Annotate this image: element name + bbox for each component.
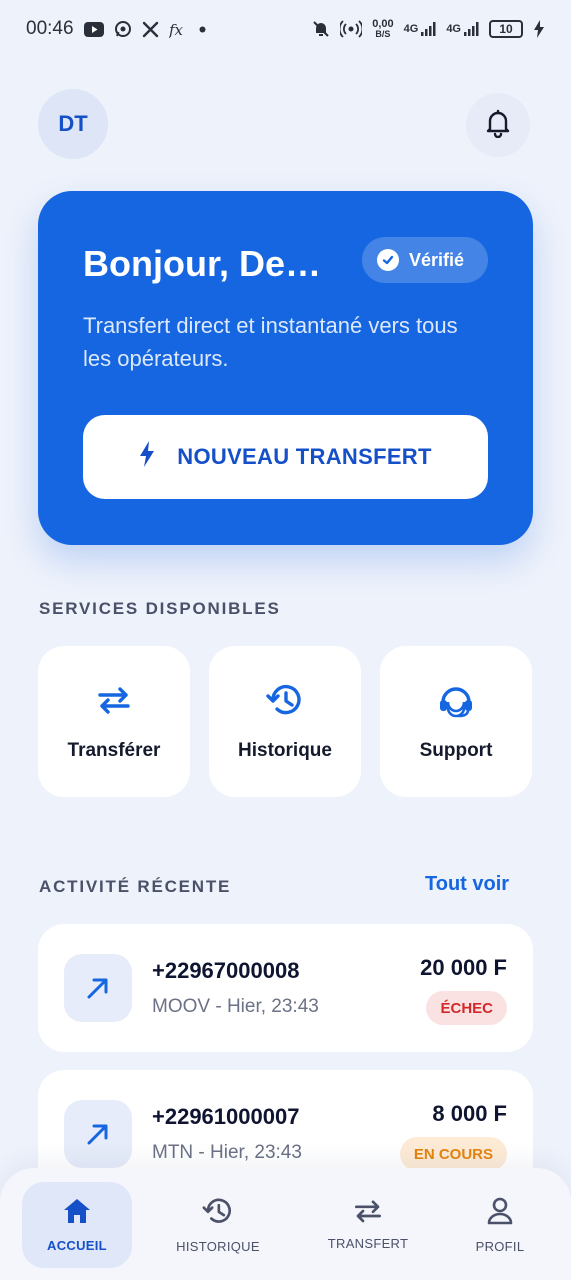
greeting: Bonjour, Demetrius xyxy=(83,243,351,284)
x-twitter-icon xyxy=(142,21,159,38)
transaction-meta: MTN - Hier, 23:43 xyxy=(152,1142,302,1163)
transaction-amount: 20 000 F xyxy=(420,955,507,980)
service-label: Transférer xyxy=(67,740,161,761)
transaction-amount: 8 000 F xyxy=(432,1101,507,1126)
service-support[interactable]: Support xyxy=(380,646,532,797)
nav-home[interactable]: ACCUEIL xyxy=(22,1182,132,1268)
status-badge: EN COURS xyxy=(399,1137,507,1171)
network-type-1: 4G xyxy=(403,23,419,35)
activity-title: ACTIVITÉ RÉCENTE xyxy=(39,877,232,896)
status-time: 00:46 xyxy=(26,18,74,39)
transfer-arrows-icon xyxy=(96,682,132,718)
status-bar-left: 00:46 fx xyxy=(26,18,206,40)
nav-history[interactable]: HISTORIQUE xyxy=(168,1182,268,1268)
nav-label: ACCUEIL xyxy=(47,1238,107,1253)
svg-text:fx: fx xyxy=(169,21,184,38)
nav-transfer[interactable]: TRANSFERT xyxy=(318,1182,418,1268)
support-headset-icon xyxy=(437,682,475,718)
transfer-arrows-icon xyxy=(353,1199,383,1226)
new-transfer-label: NOUVEAU TRANSFERT xyxy=(177,444,432,469)
transaction-row[interactable]: +22967000008 MOOV - Hier, 23:43 20 000 F… xyxy=(38,924,533,1052)
profile-icon xyxy=(486,1196,514,1229)
muted-bell-icon xyxy=(312,20,330,38)
nav-profile[interactable]: PROFIL xyxy=(460,1182,540,1268)
bottom-navigation: ACCUEIL HISTORIQUE TRANSFERT PROFIL xyxy=(0,1168,571,1280)
charging-icon xyxy=(533,20,545,38)
verified-badge: Vérifié xyxy=(362,237,488,283)
outgoing-arrow-icon xyxy=(64,954,132,1022)
fx-app-icon: fx xyxy=(169,21,189,38)
status-bar: 00:46 fx 0,00 B/S 4G 4G 10 xyxy=(0,0,571,58)
history-icon xyxy=(266,682,304,718)
youtube-icon xyxy=(83,21,104,37)
nav-label: TRANSFERT xyxy=(327,1236,409,1251)
verified-label: Vérifié xyxy=(409,249,465,270)
nav-label: HISTORIQUE xyxy=(176,1239,260,1254)
data-rate-unit: B/S xyxy=(375,29,391,39)
signal-4g-icon: 4G xyxy=(404,21,437,37)
notifications-button[interactable] xyxy=(466,93,530,157)
nav-label: PROFIL xyxy=(475,1239,525,1254)
check-circle-icon xyxy=(377,249,399,271)
hero-subtitle: Transfert direct et instantané vers tous… xyxy=(83,313,458,371)
bell-icon xyxy=(484,108,512,143)
transaction-meta: MOOV - Hier, 23:43 xyxy=(152,996,319,1017)
see-all-link[interactable]: Tout voir xyxy=(425,873,509,896)
status-badge: ÉCHEC xyxy=(426,991,507,1025)
hotspot-icon xyxy=(340,20,363,38)
lightning-icon xyxy=(139,441,155,473)
transaction-phone: +22961000007 xyxy=(152,1104,300,1129)
history-icon xyxy=(202,1196,234,1229)
welcome-card: Bonjour, Demetrius Vérifié Transfert dir… xyxy=(38,191,533,545)
services-title: SERVICES DISPONIBLES xyxy=(39,599,281,618)
signal-4g-icon-2: 4G xyxy=(446,21,479,37)
avatar-initials: DT xyxy=(58,111,88,136)
battery-level: 10 xyxy=(499,22,513,36)
status-bar-right: 0,00 B/S 4G 4G 10 xyxy=(312,19,545,39)
outgoing-arrow-icon xyxy=(64,1100,132,1168)
avatar[interactable]: DT xyxy=(38,89,108,159)
new-transfer-button[interactable]: NOUVEAU TRANSFERT xyxy=(83,415,488,499)
data-rate: 0,00 B/S xyxy=(372,19,393,40)
service-label: Support xyxy=(419,740,493,761)
transaction-phone: +22967000008 xyxy=(152,958,300,983)
notification-dot-icon xyxy=(199,26,206,33)
whatsapp-icon xyxy=(114,20,132,38)
service-history[interactable]: Historique xyxy=(209,646,361,797)
service-transfer[interactable]: Transférer xyxy=(38,646,190,797)
network-type-2: 4G xyxy=(446,23,461,35)
battery-icon: 10 xyxy=(489,20,523,38)
home-icon xyxy=(62,1197,92,1228)
service-label: Historique xyxy=(238,740,332,761)
